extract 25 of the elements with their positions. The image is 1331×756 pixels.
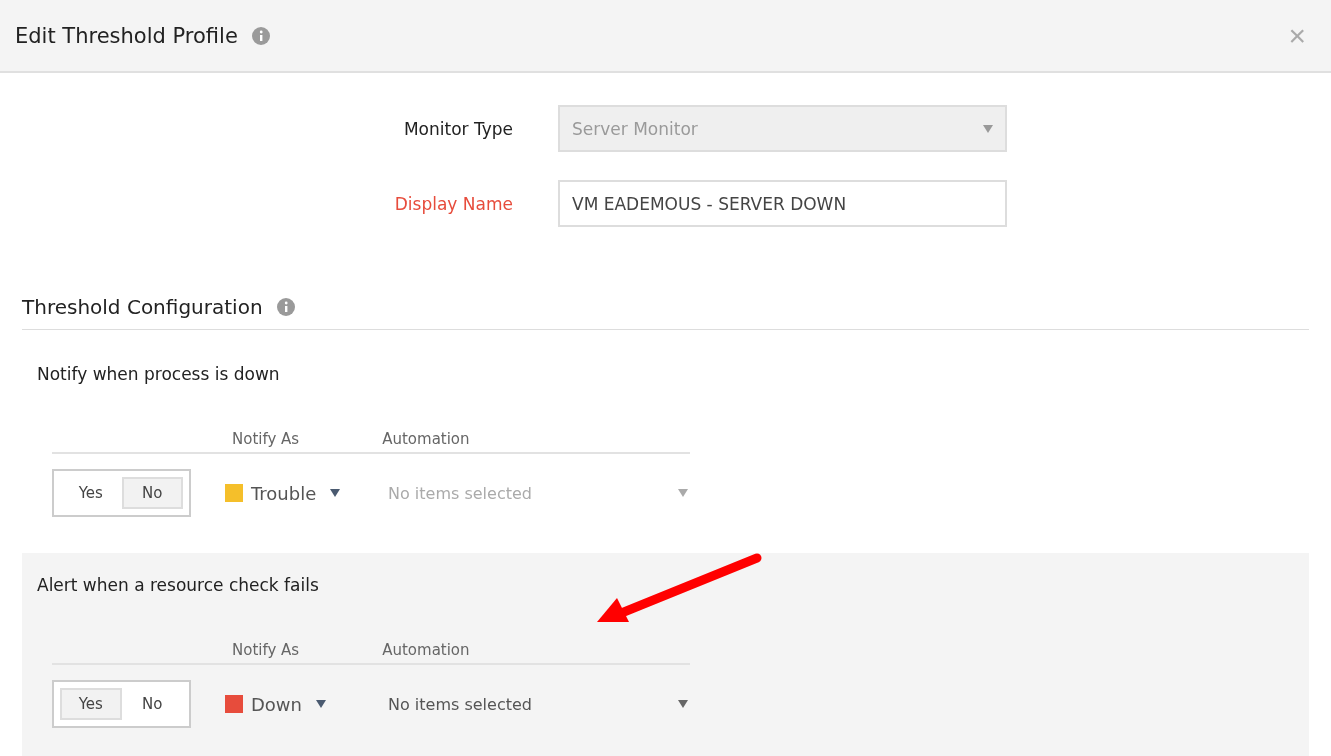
rule-title: Alert when a resource check fails	[37, 575, 320, 595]
info-icon[interactable]	[251, 26, 270, 45]
toggle-option[interactable]: Yes	[60, 688, 122, 720]
column-header: Automation	[382, 430, 470, 448]
dialog-title: Edit Threshold Profile	[15, 23, 238, 48]
toggle-option[interactable]: No	[121, 477, 183, 509]
rule-title: Notify when process is down	[37, 364, 281, 384]
caret-icon	[330, 489, 341, 497]
notify-as-dropdown[interactable]: Down	[243, 693, 388, 715]
caret-icon	[678, 489, 688, 497]
column-header: Notify As	[232, 641, 300, 659]
caret-icon	[983, 124, 993, 133]
automation-dropdown[interactable]: No items selected	[388, 694, 688, 714]
field-label: Monitor Type	[402, 118, 513, 139]
toggle-option[interactable]: No	[121, 688, 183, 720]
info-icon[interactable]	[276, 298, 295, 316]
field-label: Display Name	[393, 193, 513, 214]
toggle-option[interactable]: Yes	[60, 477, 122, 509]
caret-icon	[316, 700, 326, 708]
input-field[interactable]: VM EADEMOUS - SERVER DOWN	[558, 180, 1007, 227]
section-title: Threshold Configuration	[22, 295, 263, 319]
caret-icon	[678, 700, 688, 708]
column-header: Notify As	[232, 430, 300, 448]
notify-as-dropdown[interactable]: Trouble	[243, 482, 388, 504]
column-header: Automation	[382, 641, 470, 659]
